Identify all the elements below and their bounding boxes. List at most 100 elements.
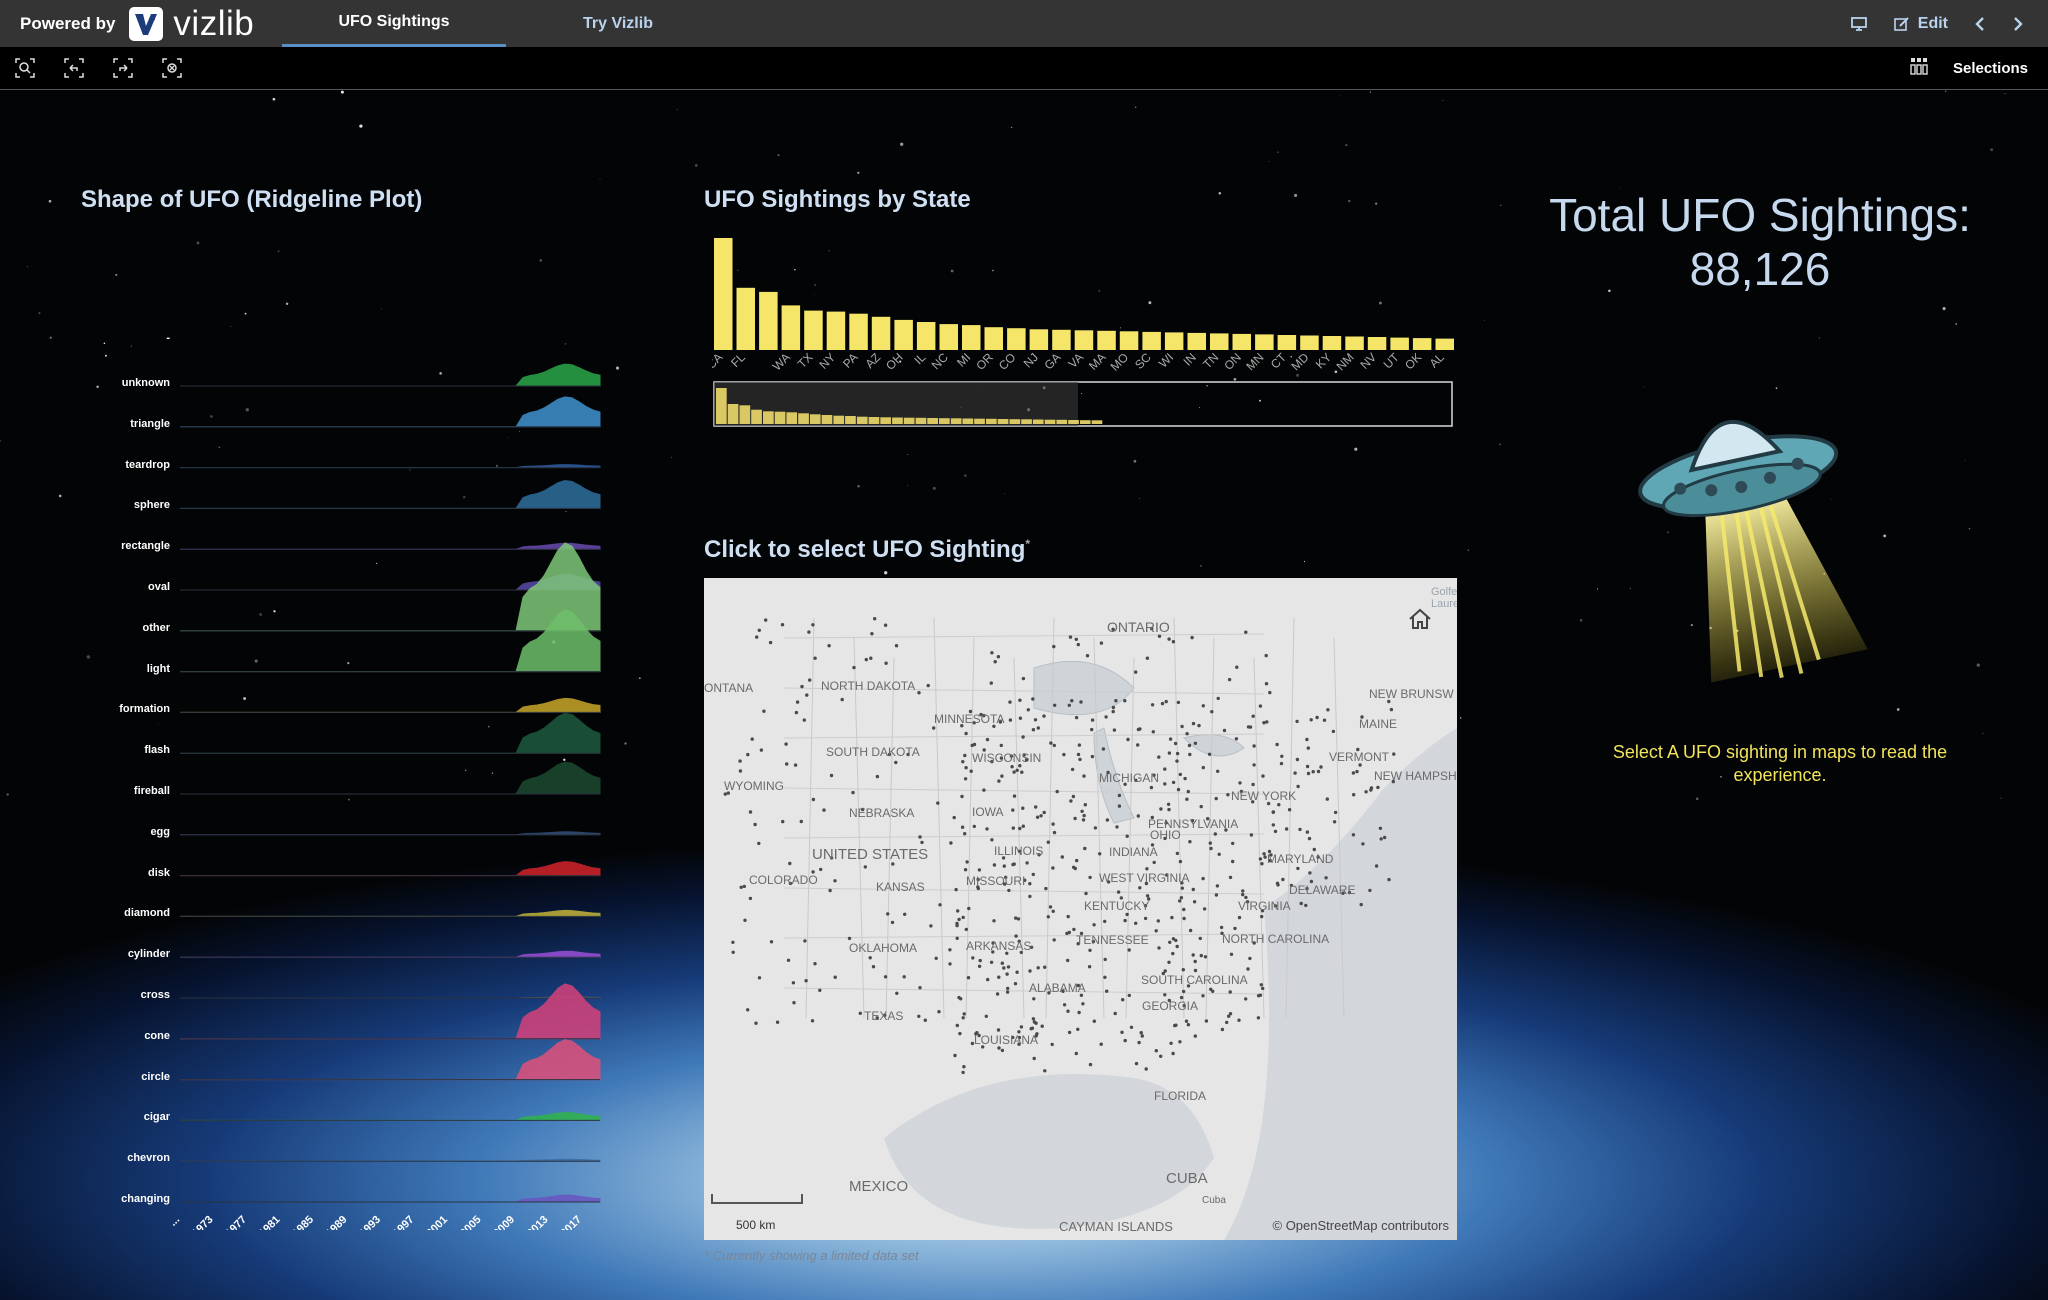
sighting-point[interactable] xyxy=(1006,965,1011,969)
sighting-point[interactable] xyxy=(996,655,1001,659)
sighting-point[interactable] xyxy=(985,827,989,831)
sighting-point[interactable] xyxy=(982,788,986,792)
sighting-point[interactable] xyxy=(1379,837,1383,841)
sighting-point[interactable] xyxy=(1092,923,1096,927)
state-bar[interactable] xyxy=(1187,332,1207,350)
state-bar[interactable] xyxy=(939,324,959,350)
sighting-point[interactable] xyxy=(781,819,785,824)
sighting-point[interactable] xyxy=(1273,829,1278,834)
sighting-point[interactable] xyxy=(1067,930,1071,935)
state-bar[interactable] xyxy=(849,313,868,350)
sighting-point[interactable] xyxy=(989,681,993,685)
sighting-point[interactable] xyxy=(932,726,936,730)
sighting-point[interactable] xyxy=(1264,682,1269,686)
sighting-point[interactable] xyxy=(1167,751,1172,755)
sighting-point[interactable] xyxy=(811,623,815,627)
sighting-point[interactable] xyxy=(819,867,823,872)
map-canvas[interactable]: ONTARIO NORTH DAKOTA ONTANA MINNESOTA SOUTH … xyxy=(704,578,1457,1240)
sighting-point[interactable] xyxy=(1007,888,1011,893)
sighting-point[interactable] xyxy=(1099,641,1104,645)
sighting-point[interactable] xyxy=(986,977,990,982)
sighting-point[interactable] xyxy=(1175,944,1179,949)
sighting-point[interactable] xyxy=(955,923,959,928)
sighting-point[interactable] xyxy=(1305,737,1309,742)
map-attribution[interactable]: © OpenStreetMap contributors xyxy=(1273,1218,1450,1233)
sighting-point[interactable] xyxy=(1197,723,1201,728)
sighting-point[interactable] xyxy=(1176,700,1181,705)
sighting-point[interactable] xyxy=(1215,884,1220,888)
sighting-point[interactable] xyxy=(759,748,764,752)
sighting-point[interactable] xyxy=(890,920,895,925)
sighting-point[interactable] xyxy=(1216,769,1220,773)
sighting-point[interactable] xyxy=(1198,936,1202,941)
sighting-point[interactable] xyxy=(1073,816,1077,821)
sighting-point[interactable] xyxy=(1052,830,1057,835)
sighting-point[interactable] xyxy=(1000,774,1004,778)
sighting-point[interactable] xyxy=(1090,718,1095,722)
state-bar[interactable] xyxy=(1007,328,1026,350)
sighting-point[interactable] xyxy=(1175,751,1180,756)
sighting-point[interactable] xyxy=(1220,1027,1225,1032)
state-bar[interactable] xyxy=(736,287,756,350)
sighting-point[interactable] xyxy=(757,976,762,980)
ridge-area-cigar[interactable] xyxy=(180,1111,601,1121)
sighting-point[interactable] xyxy=(1157,755,1161,759)
sighting-point[interactable] xyxy=(1237,1018,1241,1022)
sighting-point[interactable] xyxy=(1090,727,1094,732)
sighting-point[interactable] xyxy=(1238,781,1242,785)
sighting-point[interactable] xyxy=(949,841,953,845)
sighting-point[interactable] xyxy=(926,683,930,688)
sighting-point[interactable] xyxy=(977,868,982,872)
sighting-point[interactable] xyxy=(918,986,922,990)
sighting-point[interactable] xyxy=(1191,953,1195,957)
sighting-point[interactable] xyxy=(1021,824,1025,828)
sighting-point[interactable] xyxy=(1066,1009,1070,1013)
sighting-point[interactable] xyxy=(1208,841,1212,845)
sighting-point[interactable] xyxy=(1157,946,1161,950)
sighting-point[interactable] xyxy=(1115,825,1119,829)
undo-selection-button[interactable] xyxy=(62,56,86,80)
sighting-point[interactable] xyxy=(858,1011,862,1015)
sighting-point[interactable] xyxy=(1260,862,1264,866)
sighting-point[interactable] xyxy=(1099,1042,1103,1046)
sighting-point[interactable] xyxy=(1192,900,1197,904)
sighting-point[interactable] xyxy=(1261,774,1265,778)
sighting-point[interactable] xyxy=(923,1018,927,1022)
sighting-point[interactable] xyxy=(1127,993,1131,998)
sighting-point[interactable] xyxy=(884,661,888,665)
redo-selection-button[interactable] xyxy=(111,56,135,80)
sighting-point[interactable] xyxy=(989,960,994,964)
state-bar[interactable] xyxy=(781,305,801,350)
sighting-point[interactable] xyxy=(1018,826,1022,831)
sighting-point[interactable] xyxy=(1164,699,1168,704)
sighting-point[interactable] xyxy=(1369,788,1373,792)
sighting-point[interactable] xyxy=(1182,907,1186,912)
sighting-point[interactable] xyxy=(1079,700,1083,704)
sighting-point[interactable] xyxy=(1143,916,1148,921)
sighting-point[interactable] xyxy=(1311,770,1315,774)
sighting-point[interactable] xyxy=(780,623,785,627)
sighting-point[interactable] xyxy=(1117,793,1122,798)
sighting-point[interactable] xyxy=(1052,644,1056,649)
sighting-point[interactable] xyxy=(1117,804,1122,808)
sighting-point[interactable] xyxy=(1138,886,1142,890)
sighting-point[interactable] xyxy=(895,991,899,995)
sighting-point[interactable] xyxy=(739,885,743,889)
sighting-point[interactable] xyxy=(1235,665,1239,669)
sighting-point[interactable] xyxy=(1284,827,1289,831)
sighting-point[interactable] xyxy=(1251,782,1255,787)
sighting-point[interactable] xyxy=(1185,797,1189,801)
sighting-point[interactable] xyxy=(851,790,855,795)
sighting-point[interactable] xyxy=(997,779,1001,783)
ridgeline-plot[interactable]: ... 1973 1977 1981 1985 1989 1993 1997 2001 2005 2… xyxy=(70,230,610,1239)
sighting-point[interactable] xyxy=(1202,907,1207,911)
sighting-point[interactable] xyxy=(1181,968,1185,972)
sighting-point[interactable] xyxy=(1015,768,1019,772)
sighting-point[interactable] xyxy=(828,888,832,893)
state-bar[interactable] xyxy=(1232,333,1252,350)
sighting-point[interactable] xyxy=(1116,890,1121,894)
sighting-point[interactable] xyxy=(1296,866,1300,871)
sighting-point[interactable] xyxy=(757,841,761,846)
sighting-point[interactable] xyxy=(1030,1026,1035,1030)
sighting-point[interactable] xyxy=(1199,804,1203,809)
